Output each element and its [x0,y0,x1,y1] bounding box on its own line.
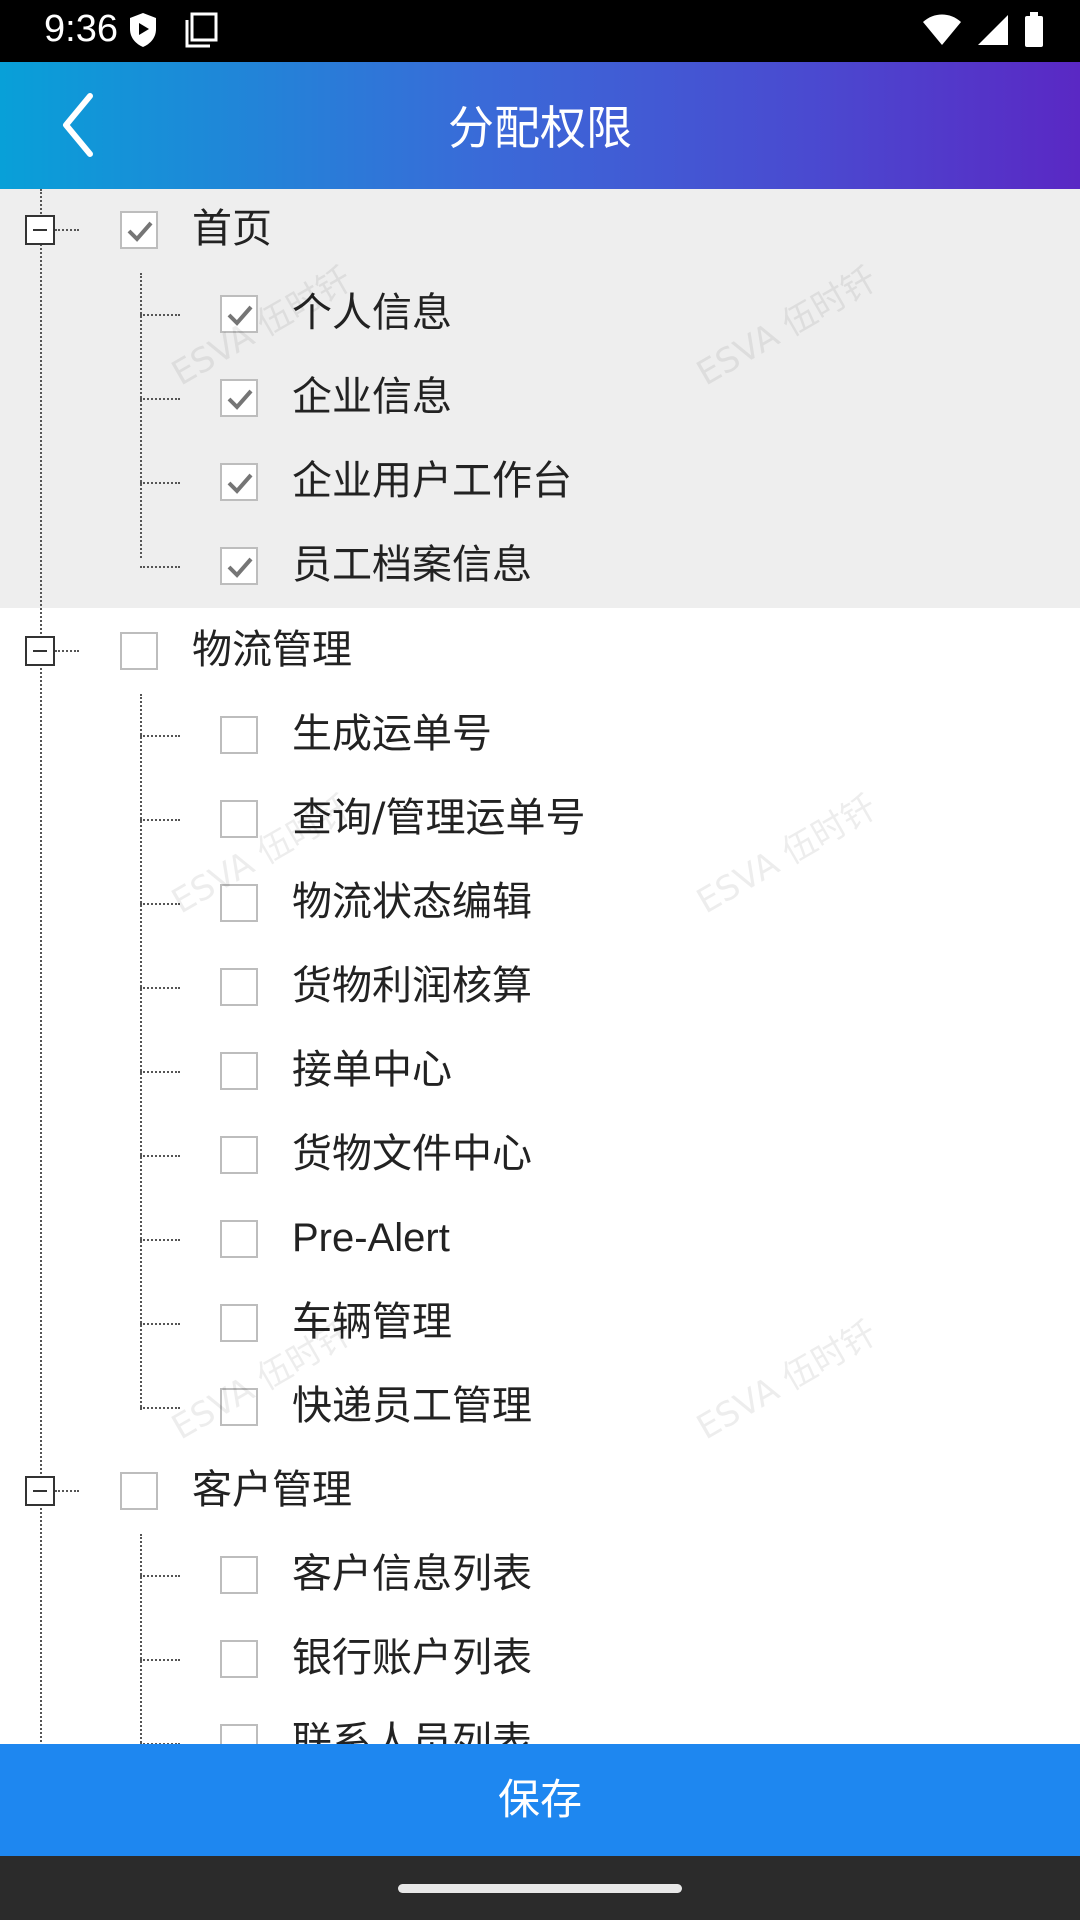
collapse-toggle[interactable] [25,1476,55,1506]
child-label[interactable]: 企业信息 [292,373,452,421]
node-label[interactable]: 首页 [192,205,272,253]
check-icon [227,557,253,578]
battery-icon [1024,12,1044,52]
node-label[interactable]: 物流管理 [192,626,352,674]
node-checkbox[interactable] [120,211,158,249]
child-checkbox[interactable] [220,547,258,585]
status-time: 9:36 [44,8,118,50]
wifi-icon [922,13,962,51]
child-checkbox[interactable] [220,1556,258,1594]
check-icon [127,221,153,242]
child-checkbox[interactable] [220,1304,258,1342]
child-label[interactable]: 客户信息列表 [292,1550,532,1598]
child-label[interactable]: 员工档案信息 [292,541,532,589]
permission-tree: 首页 个人信息 企业信息 企业用户工作台 员工档案信息 物流管理 生成运单号 查… [0,189,1080,1744]
child-checkbox[interactable] [220,1724,258,1744]
child-label[interactable]: 快递员工管理 [292,1382,532,1430]
navigation-bar [0,1856,1080,1920]
collapse-toggle[interactable] [25,215,55,245]
child-checkbox[interactable] [220,1136,258,1174]
child-checkbox[interactable] [220,716,258,754]
page-title: 分配权限 [448,101,632,155]
save-button[interactable]: 保存 [0,1744,1080,1856]
child-label[interactable]: 联系人员列表 [292,1718,532,1744]
watermark: ESVA 伍时钎 [690,1313,884,1448]
child-label[interactable]: 接单中心 [292,1046,452,1094]
node-checkbox[interactable] [120,632,158,670]
shield-play-icon [128,12,158,52]
node-checkbox[interactable] [120,1472,158,1510]
child-label[interactable]: 货物利润核算 [292,962,532,1010]
node-label[interactable]: 客户管理 [192,1466,352,1514]
child-checkbox[interactable] [220,379,258,417]
status-bar: 9:36 [0,0,1080,62]
child-label[interactable]: Pre-Alert [292,1214,450,1262]
child-checkbox[interactable] [220,968,258,1006]
child-label[interactable]: 企业用户工作台 [292,457,572,505]
child-checkbox[interactable] [220,1640,258,1678]
child-label[interactable]: 物流状态编辑 [292,878,532,926]
child-label[interactable]: 生成运单号 [292,710,492,758]
home-handle[interactable] [398,1884,682,1893]
child-checkbox[interactable] [220,1220,258,1258]
child-checkbox[interactable] [220,1052,258,1090]
watermark: ESVA 伍时钎 [690,787,884,922]
tree-line [40,189,42,1744]
child-label[interactable]: 货物文件中心 [292,1130,532,1178]
screenshot-icon [184,12,218,52]
child-checkbox[interactable] [220,463,258,501]
collapse-toggle[interactable] [25,636,55,666]
child-label[interactable]: 银行账户列表 [292,1634,532,1682]
check-icon [227,473,253,494]
signal-icon [976,13,1010,51]
app-bar: 分配权限 [0,62,1080,189]
check-icon [227,389,253,410]
